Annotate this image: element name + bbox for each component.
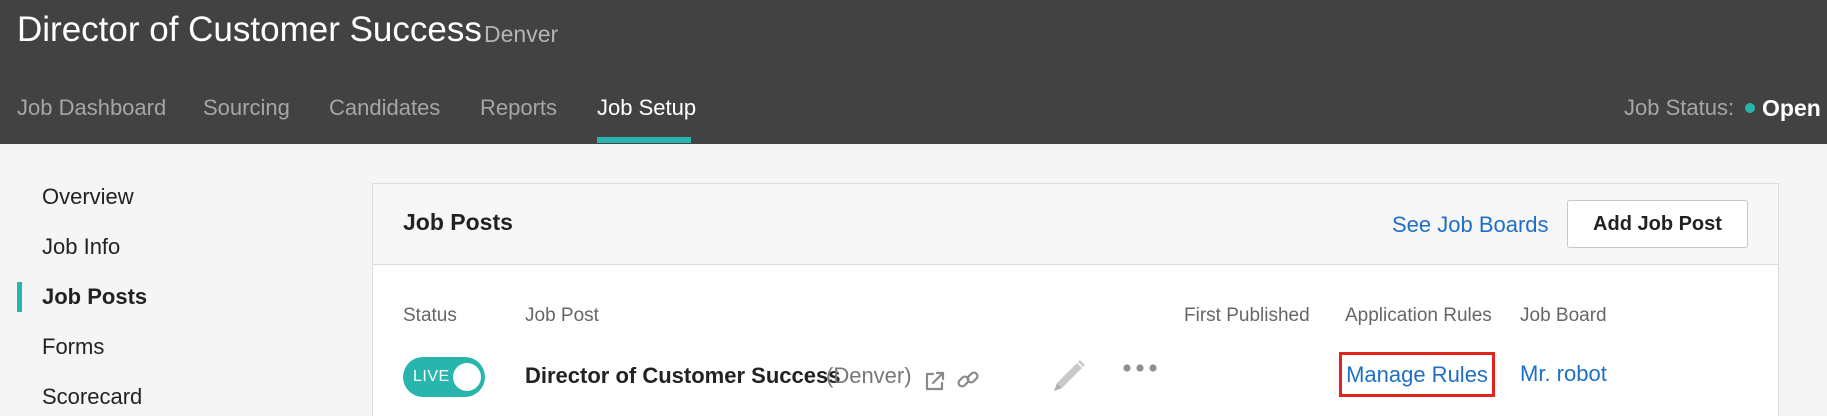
live-status-toggle[interactable]: LIVE [403,357,485,397]
tab-job-setup[interactable]: Job Setup [597,92,696,124]
pencil-icon[interactable] [1049,353,1089,398]
see-job-boards-link[interactable]: See Job Boards [1392,210,1549,240]
job-header: Director of Customer Success Denver Job … [0,0,1827,144]
sidebar-item-forms[interactable]: Forms [42,333,104,361]
tab-job-dashboard[interactable]: Job Dashboard [17,92,166,124]
more-options-icon[interactable] [1121,361,1161,380]
tab-sourcing[interactable]: Sourcing [203,92,290,124]
external-link-icon[interactable] [924,370,946,397]
toggle-knob [453,363,481,391]
column-header-first-published: First Published [1184,305,1310,326]
column-header-job-post: Job Post [525,305,599,326]
active-tab-indicator [597,137,691,143]
job-status-label: Job Status: [1624,95,1735,120]
column-header-job-board: Job Board [1520,305,1607,326]
job-title: Director of Customer Success [17,10,482,49]
sidebar-item-scorecard[interactable]: Scorecard [42,383,142,411]
sidebar-active-indicator [17,282,22,312]
sidebar-item-overview[interactable]: Overview [42,183,134,211]
live-status-label: LIVE [413,368,450,385]
column-header-status: Status [403,305,457,326]
job-status-value[interactable]: Open [1762,92,1821,124]
job-location: Denver [484,21,559,47]
job-post-name[interactable]: Director of Customer Success [525,361,840,391]
job-posts-panel: Job Posts See Job Boards Add Job Post St… [372,183,1779,416]
status-dot-icon [1745,103,1755,113]
job-post-location: (Denver) [826,363,912,388]
add-job-post-button[interactable]: Add Job Post [1567,200,1748,248]
panel-header: Job Posts See Job Boards Add Job Post [373,184,1778,265]
tab-candidates[interactable]: Candidates [329,92,440,124]
tab-reports[interactable]: Reports [480,92,557,124]
manage-rules-link[interactable]: Manage Rules [1339,352,1495,397]
panel-title: Job Posts [403,209,513,235]
sidebar-item-job-posts[interactable]: Job Posts [42,283,147,311]
job-board-link[interactable]: Mr. robot [1520,359,1607,389]
sidebar-item-job-info[interactable]: Job Info [42,233,120,261]
link-icon[interactable] [955,367,981,398]
column-header-application-rules: Application Rules [1345,305,1492,326]
